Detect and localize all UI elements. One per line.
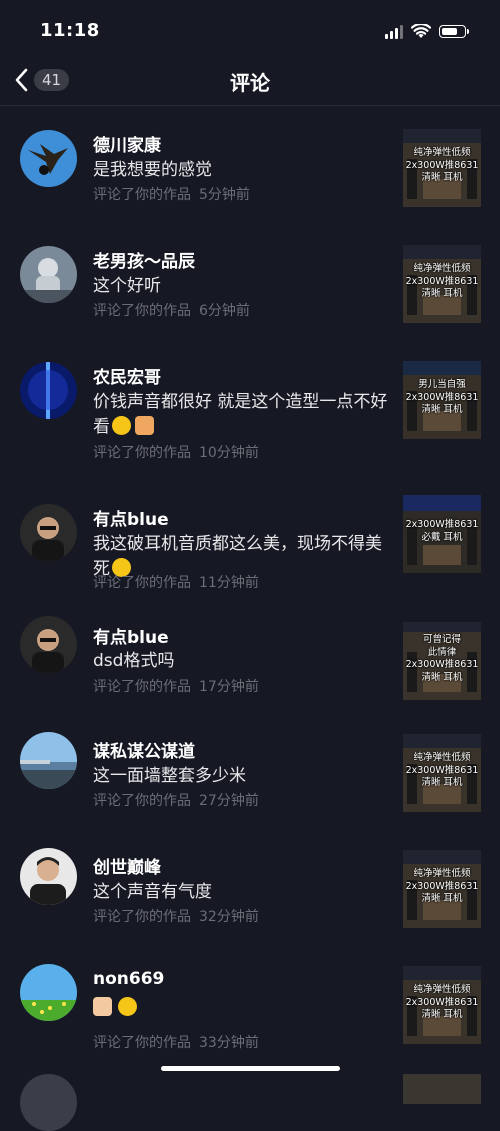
nav-bar: 41 评论 bbox=[0, 55, 500, 106]
comment-time: 5分钟前 bbox=[199, 187, 250, 203]
comment-text: 这个声音有气度 bbox=[93, 882, 212, 902]
commenter-name[interactable]: non669 bbox=[93, 969, 164, 989]
comment-time: 10分钟前 bbox=[199, 445, 259, 461]
commenter-name[interactable]: 农民宏哥 bbox=[93, 363, 161, 388]
comment-action: 评论了你的作品 bbox=[93, 445, 191, 461]
video-thumbnail[interactable]: 可曾记得 此情律 2x300W推8631 清晰 耳机 bbox=[403, 622, 481, 700]
thumbs-up-emoji-icon bbox=[135, 416, 154, 435]
avatar[interactable] bbox=[20, 130, 77, 187]
comment-action: 评论了你的作品 bbox=[93, 575, 191, 591]
comment-text: 价钱声音都很好 就是这个造型一点不好看 bbox=[93, 392, 388, 437]
comment-action: 评论了你的作品 bbox=[93, 679, 191, 695]
comment-time: 6分钟前 bbox=[199, 303, 250, 319]
avatar[interactable] bbox=[20, 964, 77, 1021]
comment-meta: 评论了你的作品 5分钟前 bbox=[93, 184, 250, 204]
comment-item[interactable]: 谋私谋公谋道 这一面墙整套多少米 评论了你的作品 27分钟前 纯净弹性低频 2x30… bbox=[0, 710, 500, 826]
video-thumbnail[interactable]: 纯净弹性低频 2x300W推8631 清晰 耳机 bbox=[403, 734, 481, 812]
comment-action: 评论了你的作品 bbox=[93, 187, 191, 203]
thumbnail-caption: 纯净弹性低频 2x300W推8631 清晰 耳机 bbox=[405, 868, 479, 904]
comment-meta: 评论了你的作品 17分钟前 bbox=[93, 676, 259, 696]
comment-meta: 评论了你的作品 11分钟前 bbox=[93, 572, 259, 592]
comment-item[interactable]: 创世巅峰 这个声音有气度 评论了你的作品 32分钟前 纯净弹性低频 2x300W推8… bbox=[0, 826, 500, 942]
comment-item[interactable]: 农民宏哥 价钱声音都很好 就是这个造型一点不好看 评论了你的作品 10分钟前 男儿… bbox=[0, 338, 500, 480]
thumbnail-caption: 纯净弹性低频 2x300W推8631 清晰 耳机 bbox=[405, 984, 479, 1020]
thumbnail-caption: 纯净弹性低频 2x300W推8631 清晰 耳机 bbox=[405, 263, 479, 299]
comment-meta: 评论了你的作品 10分钟前 bbox=[93, 442, 259, 462]
comment-meta: 评论了你的作品 27分钟前 bbox=[93, 790, 259, 810]
comment-action: 评论了你的作品 bbox=[93, 1035, 191, 1051]
commenter-name[interactable]: 德川家康 bbox=[93, 131, 161, 156]
comment-action: 评论了你的作品 bbox=[93, 303, 191, 319]
comment-action: 评论了你的作品 bbox=[93, 909, 191, 925]
comment-item[interactable]: 老男孩～品辰 这个好听 评论了你的作品 6分钟前 纯净弹性低频 2x300W推863… bbox=[0, 222, 500, 338]
comment-time: 11分钟前 bbox=[199, 575, 259, 591]
grinning-face-emoji-icon bbox=[112, 416, 131, 435]
status-icons bbox=[385, 20, 469, 42]
avatar[interactable] bbox=[20, 848, 77, 905]
page-title: 评论 bbox=[230, 71, 270, 95]
home-indicator[interactable] bbox=[161, 1066, 340, 1071]
avatar[interactable] bbox=[20, 732, 77, 789]
ok-hand-emoji-icon bbox=[93, 997, 112, 1016]
comment-text: dsd格式吗 bbox=[93, 651, 175, 671]
video-thumbnail[interactable]: 纯净弹性低频 2x300W推8631 清晰 耳机 bbox=[403, 966, 481, 1044]
comment-meta: 评论了你的作品 33分钟前 bbox=[93, 1032, 259, 1052]
video-thumbnail[interactable]: 纯净弹性低频 2x300W推8631 清晰 耳机 bbox=[403, 850, 481, 928]
comment-time: 17分钟前 bbox=[199, 679, 259, 695]
thumbnail-caption: 男儿当自强 2x300W推8631 清晰 耳机 bbox=[405, 379, 479, 415]
battery-icon bbox=[439, 24, 469, 38]
comment-text: 是我想要的感觉 bbox=[93, 160, 212, 180]
thumbnail-caption: 纯净弹性低频 2x300W推8631 清晰 耳机 bbox=[405, 147, 479, 183]
comment-text bbox=[93, 996, 395, 1021]
status-time: 11:18 bbox=[40, 20, 100, 41]
avatar[interactable] bbox=[20, 504, 77, 561]
thumbnail-caption: 2x300W推8631 必戴 耳机 bbox=[405, 519, 479, 543]
status-bar: 11:18 bbox=[0, 0, 500, 60]
comment-meta: 评论了你的作品 6分钟前 bbox=[93, 300, 250, 320]
comment-action: 评论了你的作品 bbox=[93, 793, 191, 809]
avatar[interactable] bbox=[20, 1074, 77, 1131]
wifi-icon bbox=[411, 23, 431, 38]
video-thumbnail[interactable]: 纯净弹性低频 2x300W推8631 清晰 耳机 bbox=[403, 245, 481, 323]
commenter-name[interactable]: 创世巅峰 bbox=[93, 853, 161, 878]
thumbnail-caption: 可曾记得 此情律 2x300W推8631 清晰 耳机 bbox=[405, 634, 479, 683]
comment-time: 27分钟前 bbox=[199, 793, 259, 809]
comment-text: 这一面墙整套多少米 bbox=[93, 766, 246, 786]
video-thumbnail[interactable]: 2x300W推8631 必戴 耳机 bbox=[403, 495, 481, 573]
avatar[interactable] bbox=[20, 246, 77, 303]
avatar[interactable] bbox=[20, 616, 77, 673]
comment-item[interactable]: 有点blue 我这破耳机音质都这么美，现场不得美死 评论了你的作品 11分钟前 2… bbox=[0, 480, 500, 616]
comment-item[interactable]: non669 评论了你的作品 33分钟前 纯净弹性低频 2x300W推8631 清晰 … bbox=[0, 942, 500, 1058]
commenter-name[interactable]: 谋私谋公谋道 bbox=[93, 737, 195, 762]
avatar[interactable] bbox=[20, 362, 77, 419]
scared-face-emoji-icon bbox=[118, 997, 137, 1016]
comment-time: 32分钟前 bbox=[199, 909, 259, 925]
video-thumbnail[interactable] bbox=[403, 1074, 481, 1104]
cellular-signal-icon bbox=[385, 23, 403, 39]
thumbnail-caption: 纯净弹性低频 2x300W推8631 清晰 耳机 bbox=[405, 752, 479, 788]
video-thumbnail[interactable]: 纯净弹性低频 2x300W推8631 清晰 耳机 bbox=[403, 129, 481, 207]
video-thumbnail[interactable]: 男儿当自强 2x300W推8631 清晰 耳机 bbox=[403, 361, 481, 439]
commenter-name[interactable]: 有点blue bbox=[93, 623, 169, 648]
commenter-name[interactable]: 有点blue bbox=[93, 505, 169, 530]
comment-item[interactable]: 德川家康 是我想要的感觉 评论了你的作品 5分钟前 纯净弹性低频 2x300W推86… bbox=[0, 106, 500, 222]
comment-meta: 评论了你的作品 32分钟前 bbox=[93, 906, 259, 926]
comment-time: 33分钟前 bbox=[199, 1035, 259, 1051]
commenter-name[interactable]: 老男孩～品辰 bbox=[93, 247, 195, 272]
comment-text: 这个好听 bbox=[93, 276, 161, 296]
